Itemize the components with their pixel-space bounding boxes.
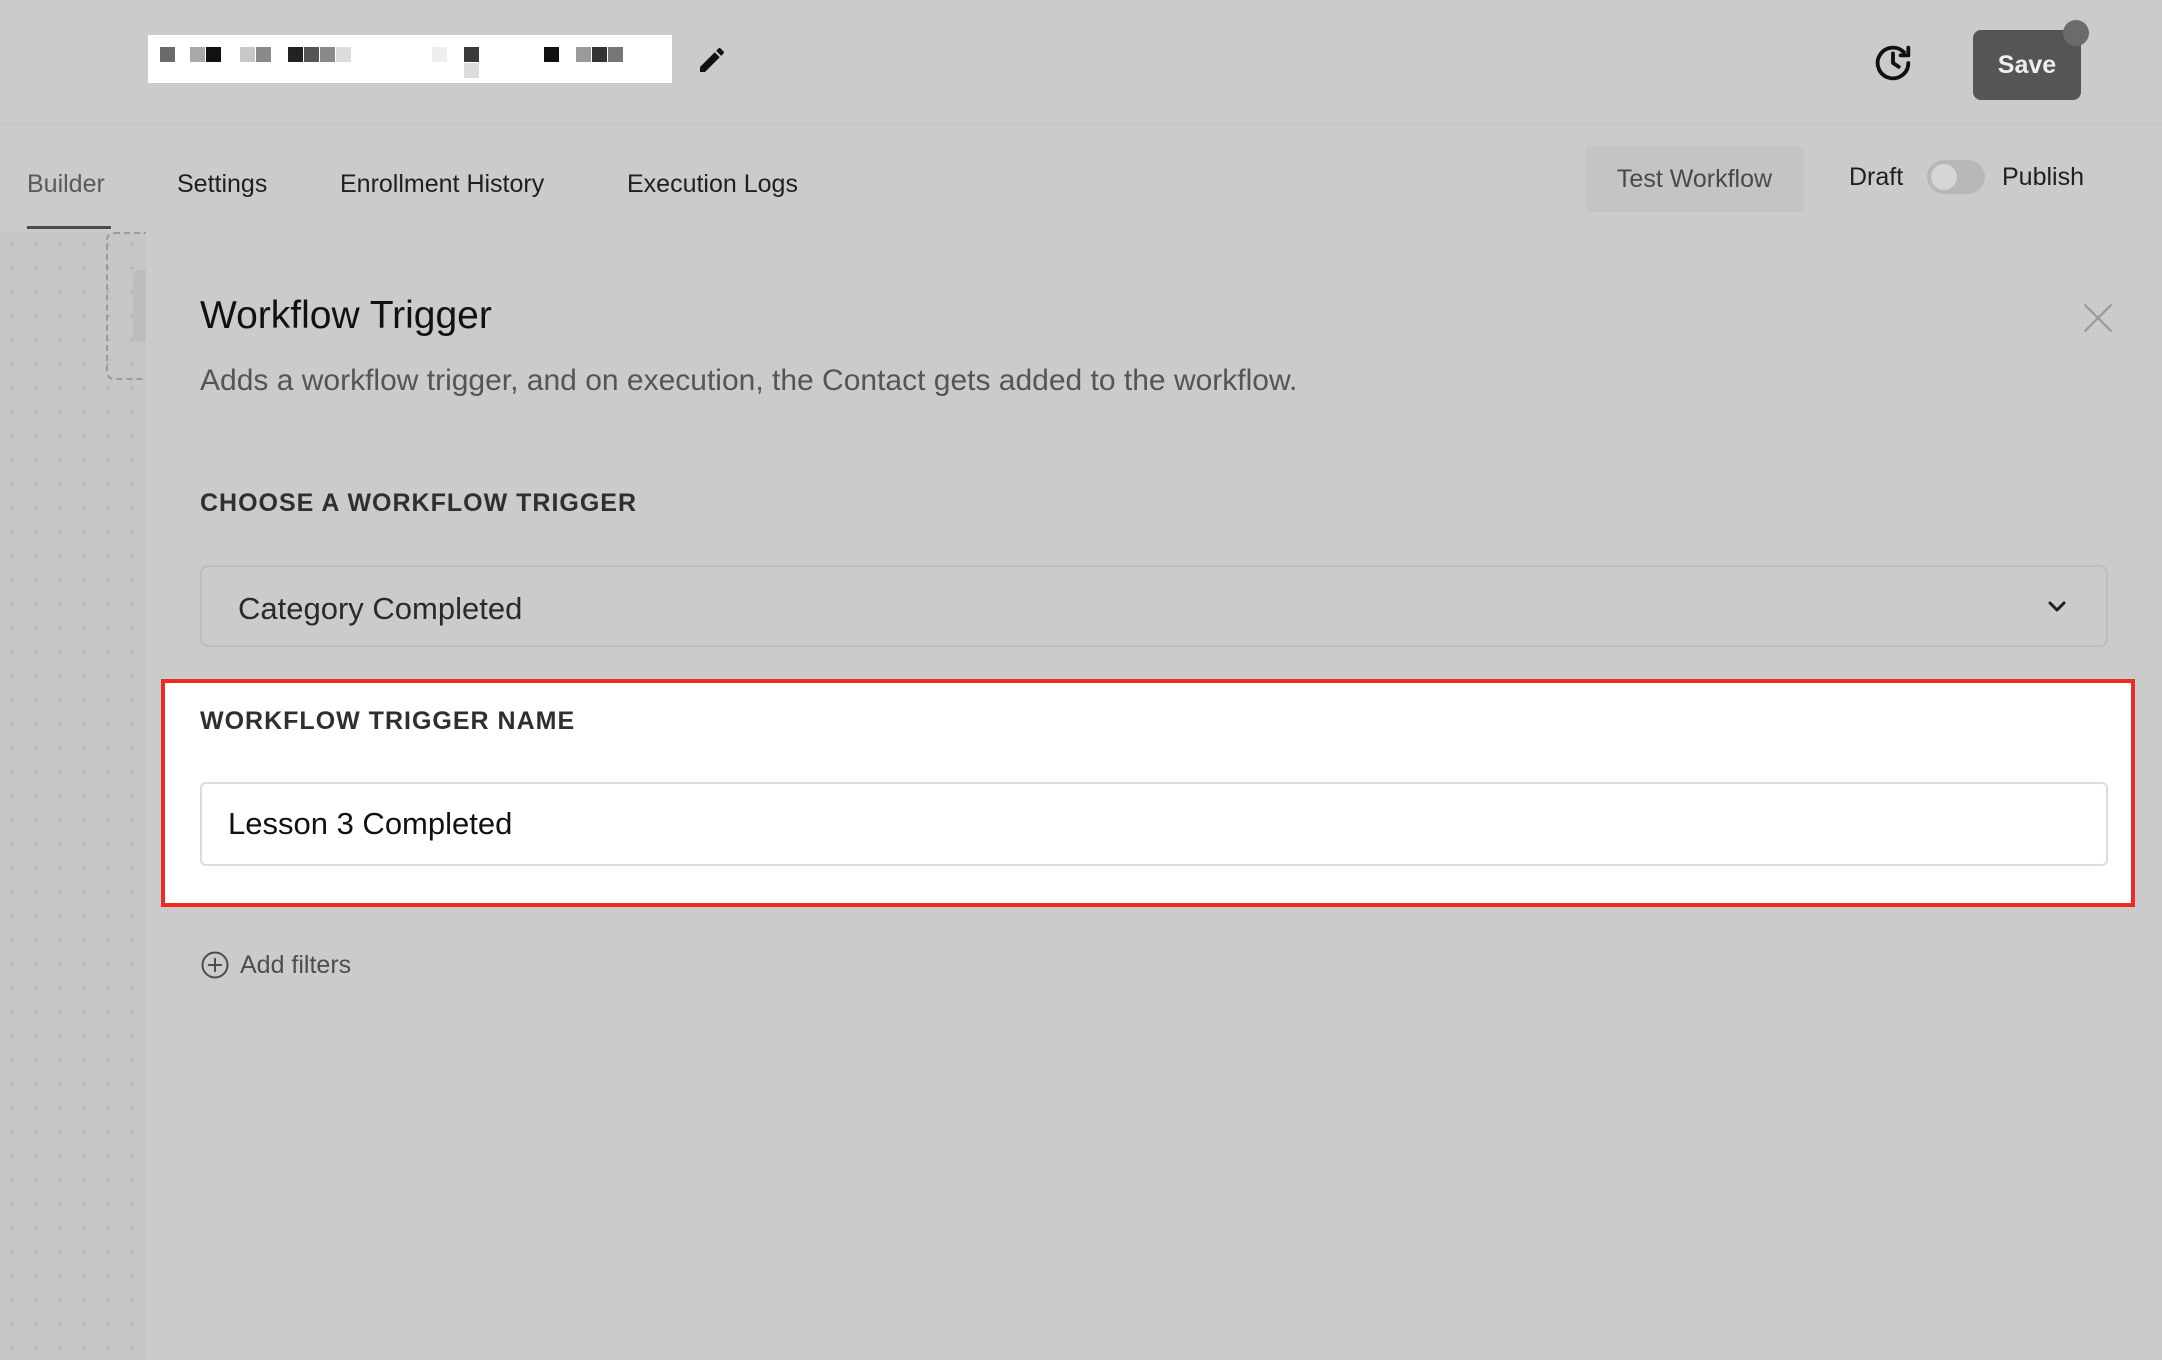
redaction-block xyxy=(206,47,221,62)
redaction-block xyxy=(190,47,205,62)
toggle-knob xyxy=(1931,164,1957,190)
redaction-block xyxy=(432,47,447,62)
workflow-name-redacted[interactable] xyxy=(148,35,672,83)
redaction-block xyxy=(256,47,271,62)
panel-title: Workflow Trigger xyxy=(200,294,492,337)
redaction-block xyxy=(464,63,479,78)
canvas-node[interactable] xyxy=(133,270,146,342)
pencil-icon[interactable] xyxy=(696,44,728,76)
trigger-name-input[interactable] xyxy=(200,782,2108,866)
redaction-block xyxy=(320,47,335,62)
tab-execution-logs[interactable]: Execution Logs xyxy=(627,170,798,199)
tab-settings[interactable]: Settings xyxy=(177,170,267,199)
close-icon[interactable] xyxy=(2081,301,2115,335)
draft-label: Draft xyxy=(1849,163,1904,191)
workflow-canvas[interactable] xyxy=(0,232,146,1360)
redaction-block xyxy=(304,47,319,62)
trigger-select-value: Category Completed xyxy=(238,591,523,626)
tab-builder[interactable]: Builder xyxy=(27,170,105,199)
redaction-block xyxy=(576,47,591,62)
publish-label: Publish xyxy=(2002,163,2084,191)
history-icon[interactable] xyxy=(1870,40,1916,86)
add-filters-label: Add filters xyxy=(240,950,352,979)
trigger-name-label: WORKFLOW TRIGGER NAME xyxy=(200,707,576,735)
unsaved-indicator-dot xyxy=(2063,20,2089,46)
redaction-block xyxy=(608,47,623,62)
redaction-block xyxy=(544,47,559,62)
redaction-block xyxy=(464,47,479,62)
add-filters-button[interactable]: Add filters xyxy=(200,950,351,980)
top-bar: Save xyxy=(0,0,2162,125)
tab-enrollment-history[interactable]: Enrollment History xyxy=(340,170,544,199)
trigger-select[interactable]: Category Completed xyxy=(200,565,2108,647)
redaction-block xyxy=(240,47,255,62)
chevron-down-icon xyxy=(2048,601,2066,612)
publish-toggle[interactable] xyxy=(1927,160,1985,194)
redaction-block xyxy=(592,47,607,62)
test-workflow-button[interactable]: Test Workflow xyxy=(1585,146,1804,212)
panel-description: Adds a workflow trigger, and on executio… xyxy=(200,364,1298,397)
redaction-block xyxy=(336,47,351,62)
active-tab-underline xyxy=(27,226,111,229)
plus-circle-icon xyxy=(201,951,229,979)
redaction-block xyxy=(288,47,303,62)
trigger-section-label: CHOOSE A WORKFLOW TRIGGER xyxy=(200,489,638,517)
redaction-block xyxy=(160,47,175,62)
